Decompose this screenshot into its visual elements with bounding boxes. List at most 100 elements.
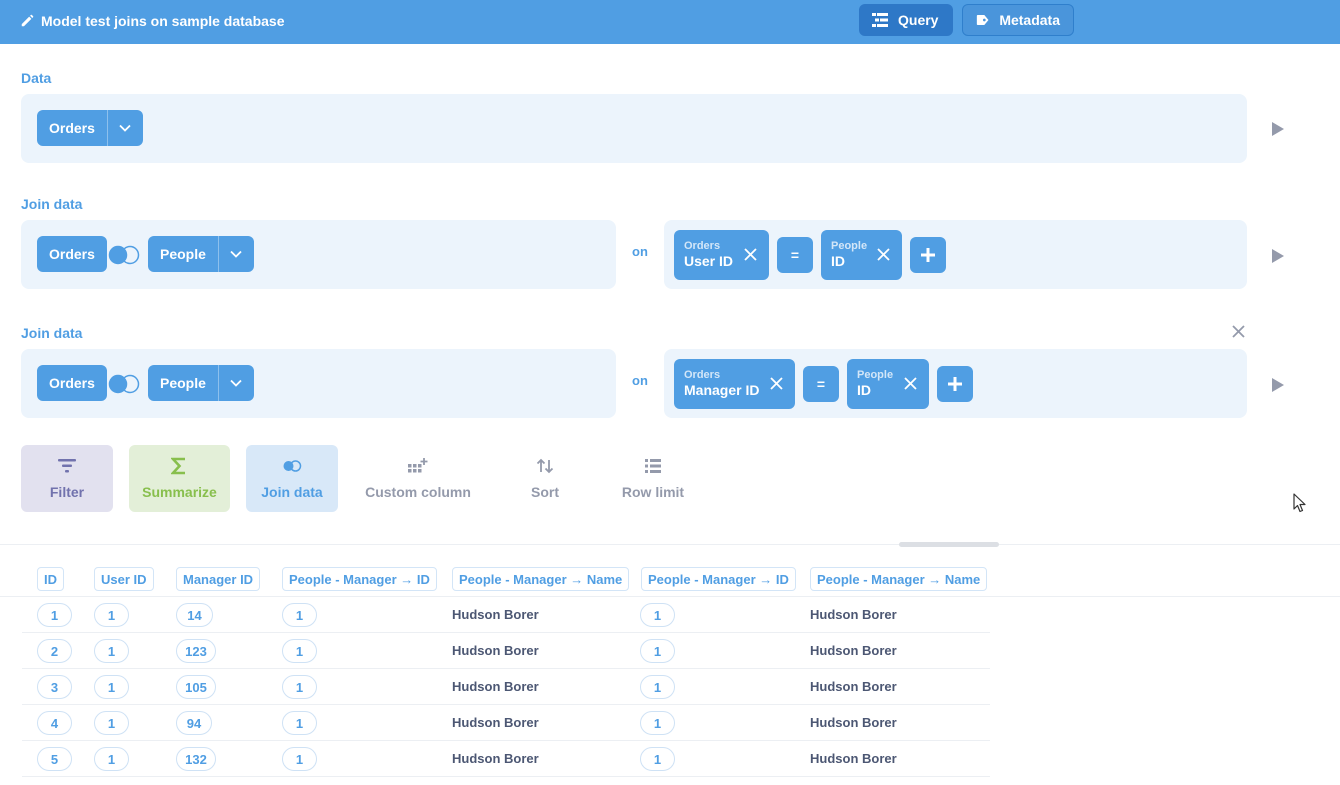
table-row: 5 1 132 1 Hudson Borer 1 Hudson Borer: [22, 741, 990, 777]
header-bar: Model test joins on sample database Quer…: [0, 0, 1340, 44]
cell-manager-id[interactable]: 94: [176, 711, 212, 735]
join-1-left-condition[interactable]: Orders User ID: [674, 230, 769, 280]
join-2-left-table[interactable]: Orders: [37, 365, 107, 401]
cell-people-manager-id-2[interactable]: 1: [640, 675, 675, 699]
query-tab-label: Query: [898, 12, 939, 28]
cell-people-manager-id[interactable]: 1: [282, 675, 317, 699]
column-header-people-manager-id[interactable]: People - Manager → ID: [282, 567, 437, 591]
plus-icon: [921, 248, 935, 262]
plus-icon: [948, 377, 962, 391]
cell-manager-id[interactable]: 123: [176, 639, 216, 663]
cell-people-manager-name-2: Hudson Borer: [810, 607, 897, 622]
join-2-left-condition[interactable]: Orders Manager ID: [674, 359, 795, 409]
column-header-user-id[interactable]: User ID: [94, 567, 154, 591]
cell-people-manager-name: Hudson Borer: [452, 751, 539, 766]
chevron-down-icon[interactable]: [106, 110, 143, 146]
cell-id[interactable]: 3: [37, 675, 72, 699]
column-header-people-manager-name[interactable]: People - Manager → Name: [452, 567, 630, 591]
cell-people-manager-id[interactable]: 1: [282, 747, 317, 771]
summarize-button[interactable]: Summarize: [129, 445, 230, 512]
pencil-icon: [21, 14, 34, 27]
data-step-panel: Orders: [21, 94, 1247, 163]
close-icon[interactable]: [770, 377, 783, 390]
cell-id[interactable]: 1: [37, 603, 72, 627]
cell-people-manager-name-2: Hudson Borer: [810, 751, 897, 766]
query-tab-button[interactable]: Query: [859, 4, 953, 36]
left-join-icon[interactable]: [107, 245, 141, 265]
metadata-tab-button[interactable]: Metadata: [962, 4, 1074, 36]
column-header-manager-id[interactable]: Manager ID: [176, 567, 261, 591]
custom-column-label: Custom column: [365, 484, 471, 500]
table-row: 3 1 105 1 Hudson Borer 1 Hudson Borer: [22, 669, 990, 705]
row-limit-label: Row limit: [621, 484, 685, 500]
close-icon[interactable]: [904, 377, 917, 390]
join-2-right-cond-field: ID: [857, 382, 871, 398]
cell-user-id[interactable]: 1: [94, 603, 129, 627]
cell-user-id[interactable]: 1: [94, 711, 129, 735]
cell-manager-id[interactable]: 132: [176, 747, 216, 771]
join-1-operator[interactable]: =: [777, 237, 813, 273]
join-1-right-cond-table: People: [831, 240, 868, 252]
join-2-on-label: on: [632, 373, 648, 388]
join-1-right-table-picker[interactable]: People: [148, 236, 254, 272]
preview-play-icon[interactable]: [1272, 249, 1284, 263]
cell-people-manager-id[interactable]: 1: [282, 603, 317, 627]
cell-people-manager-id-2[interactable]: 1: [640, 639, 675, 663]
join-2-right-table-name: People: [160, 375, 206, 391]
join-2-operator[interactable]: =: [803, 366, 839, 402]
join-1-right-condition[interactable]: People ID: [821, 230, 902, 280]
column-header-people-manager-id-2[interactable]: People - Manager → ID: [641, 567, 796, 591]
source-table-picker[interactable]: Orders: [37, 110, 143, 146]
sort-label: Sort: [531, 484, 559, 500]
remove-join-close-icon[interactable]: [1232, 325, 1245, 338]
cell-people-manager-name-2: Hudson Borer: [810, 715, 897, 730]
chevron-down-icon[interactable]: [217, 236, 254, 272]
sigma-icon: [171, 457, 185, 475]
custom-column-button[interactable]: Custom column: [360, 445, 476, 512]
cell-id[interactable]: 2: [37, 639, 72, 663]
preview-play-icon[interactable]: [1272, 378, 1284, 392]
chevron-down-icon[interactable]: [217, 365, 254, 401]
cell-people-manager-name: Hudson Borer: [452, 607, 539, 622]
close-icon[interactable]: [744, 248, 757, 261]
model-title[interactable]: Model test joins on sample database: [20, 11, 285, 31]
cell-people-manager-name-2: Hudson Borer: [810, 643, 897, 658]
join-1-on-label: on: [632, 244, 648, 259]
cell-user-id[interactable]: 1: [94, 747, 129, 771]
cell-people-manager-id-2[interactable]: 1: [640, 603, 675, 627]
cell-people-manager-id[interactable]: 1: [282, 711, 317, 735]
join-data-button[interactable]: Join data: [246, 445, 338, 512]
join-1-add-condition-button[interactable]: [910, 237, 946, 273]
data-section-label: Data: [21, 70, 52, 86]
filter-button[interactable]: Filter: [21, 445, 113, 512]
editor-results-divider: [0, 544, 1340, 545]
left-join-icon[interactable]: [107, 374, 141, 394]
cell-people-manager-id-2[interactable]: 1: [640, 747, 675, 771]
cell-user-id[interactable]: 1: [94, 639, 129, 663]
join-1-tables-panel: Orders People: [21, 220, 616, 289]
join-2-right-table-picker[interactable]: People: [148, 365, 254, 401]
row-limit-button[interactable]: Row limit: [615, 445, 691, 512]
preview-play-icon[interactable]: [1272, 122, 1284, 136]
cell-manager-id[interactable]: 105: [176, 675, 216, 699]
cell-manager-id[interactable]: 14: [176, 603, 213, 627]
close-icon[interactable]: [877, 248, 890, 261]
cell-people-manager-name: Hudson Borer: [452, 643, 539, 658]
cell-id[interactable]: 4: [37, 711, 72, 735]
sort-button[interactable]: Sort: [510, 445, 580, 512]
cell-people-manager-id[interactable]: 1: [282, 639, 317, 663]
join-2-tables-panel: Orders People: [21, 349, 616, 418]
table-row: 4 1 94 1 Hudson Borer 1 Hudson Borer: [22, 705, 990, 741]
cell-people-manager-id-2[interactable]: 1: [640, 711, 675, 735]
custom-column-icon: [408, 458, 428, 473]
join-2-add-condition-button[interactable]: [937, 366, 973, 402]
join-2-right-condition[interactable]: People ID: [847, 359, 929, 409]
resize-handle[interactable]: [899, 542, 999, 547]
join-1-left-table[interactable]: Orders: [37, 236, 107, 272]
join-1-label: Join data: [21, 196, 83, 212]
cell-id[interactable]: 5: [37, 747, 72, 771]
column-header-id[interactable]: ID: [37, 567, 64, 591]
cell-user-id[interactable]: 1: [94, 675, 129, 699]
column-header-people-manager-name-2[interactable]: People - Manager → Name: [810, 567, 988, 591]
mouse-cursor-icon: [1293, 493, 1306, 513]
